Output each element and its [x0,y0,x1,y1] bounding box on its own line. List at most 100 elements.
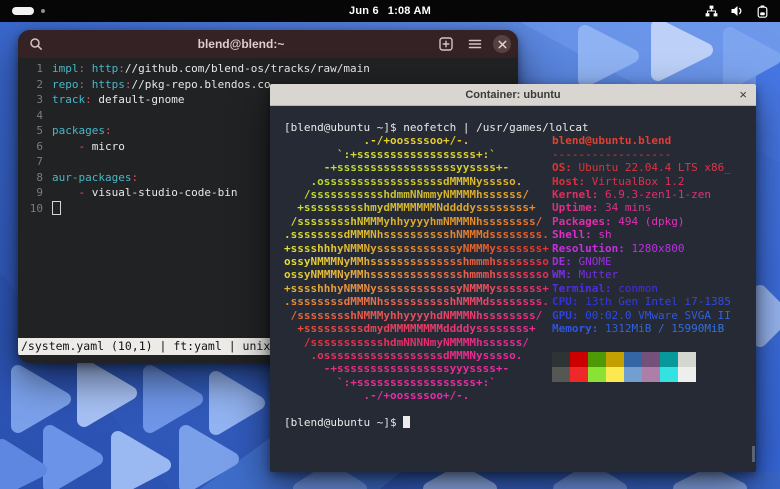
editor-titlebar[interactable]: blend@blend:~ [18,30,518,58]
line-number: 1 [18,61,52,77]
menu-button[interactable] [464,33,486,55]
neofetch-info-line: Shell: sh [552,228,744,241]
scrollbar-thumb[interactable] [752,446,755,462]
ascii-line: -+sssssssssssssssssyyyssss+- [284,362,550,375]
shell-prompt: [blend@ubuntu ~]$ [284,416,397,429]
neofetch-output: .-/+oossssoo+/-. `:+ssssssssssssssssss+:… [284,134,756,402]
neofetch-info-line: OS: Ubuntu 22.04.4 LTS x86_ [552,161,744,174]
system-tray[interactable] [705,5,768,18]
neofetch-info-line: Memory: 1312MiB / 15990MiB [552,322,744,335]
line-number: 5 [18,123,52,139]
neofetch-info-line: blend@ubuntu.blend [552,134,744,147]
prompt-line: [blend@ubuntu ~]$ [284,416,756,429]
editor-window-title: blend@blend:~ [54,37,428,51]
volume-icon[interactable] [731,5,744,17]
palette-swatch [606,367,624,382]
neofetch-info-line: Uptime: 34 mins [552,201,744,214]
shell-prompt: [blend@ubuntu ~]$ [284,121,397,134]
ascii-line: +sssssssssdmydMMMMMMMMddddyssssssss+ [284,322,550,335]
ascii-line: .ossssssssssssssssssdMMMNysssso. [284,175,550,188]
palette-swatch [660,352,678,367]
ascii-line: `:+ssssssssssssssssss+:` [284,376,550,389]
palette-swatch [624,352,642,367]
close-button[interactable] [493,35,511,53]
close-icon [498,40,507,49]
neofetch-info-line: Packages: 494 (dpkg) [552,215,744,228]
ascii-line: .ssssssssdMMMNhsssssssssshNMMMdssssssss. [284,228,550,241]
neofetch-info-line: Host: VirtualBox 1.2 [552,175,744,188]
editor-line: 1impl: http://github.com/blend-os/tracks… [18,61,518,77]
ascii-line: +sssshhhyNMMNyssssssssssssyNMMMysssssss+ [284,242,550,255]
neofetch-info-line: Resolution: 1280x800 [552,242,744,255]
network-icon[interactable] [705,5,718,17]
palette-swatch [552,367,570,382]
line-number: 9 [18,185,52,201]
ascii-line: ossyNMMMNyMMhsssssssssssssshmmmhssssssso [284,255,550,268]
ascii-line: +sssshhhyNMMNyssssssssssssyNMMMysssssss+ [284,282,550,295]
palette-row [552,352,744,367]
palette-swatch [642,352,660,367]
neofetch-info-line: CPU: 13th Gen Intel i7-1385 [552,295,744,308]
new-tab-button[interactable] [435,33,457,55]
line-number: 3 [18,92,52,108]
ascii-line: .ossssssssssssssssssdMMMNysssso. [284,349,550,362]
terminal-output-area[interactable]: [blend@ubuntu ~]$ neofetch | /usr/games/… [270,106,756,457]
ascii-line: .-/+oossssoo+/-. [284,134,550,147]
ascii-line: ossyNMMMNyMMhsssssssssssssshmmmhssssssso [284,268,550,281]
neofetch-info-line: Terminal: conmon [552,282,744,295]
palette-row [552,367,744,382]
command-text: neofetch | /usr/games/lolcat [403,121,588,134]
ascii-line: -+ssssssssssssssssssyyssss+- [284,161,550,174]
terminal-window-container: Container: ubuntu × [blend@ubuntu ~]$ ne… [270,84,756,472]
container-titlebar[interactable]: Container: ubuntu × [270,84,756,106]
neofetch-info-line: Kernel: 6.9.3-zen1-1-zen [552,188,744,201]
battery-icon[interactable] [757,5,768,18]
palette-swatch [552,352,570,367]
date-label: Jun 6 [349,5,379,17]
line-number: 6 [18,139,52,155]
blank-line [284,403,756,416]
line-number: 2 [18,77,52,93]
palette-swatch [624,367,642,382]
search-icon [29,37,43,51]
editor-cursor [52,201,61,215]
time-label: 1:08 AM [388,5,431,17]
workspace-indicator[interactable] [12,7,45,15]
container-window-title: Container: ubuntu [270,89,756,101]
palette-swatch [588,367,606,382]
hamburger-menu-icon [468,38,482,50]
palette-swatch [606,352,624,367]
new-tab-icon [439,37,453,51]
palette-swatch [588,352,606,367]
palette-swatch [678,352,696,367]
line-number: 8 [18,170,52,186]
clock[interactable]: Jun 6 1:08 AM [349,5,431,17]
palette-swatch [570,367,588,382]
workspace-pill-active[interactable] [12,7,34,15]
workspace-dot[interactable] [41,9,45,13]
palette-swatch [570,352,588,367]
ascii-line: /sssssssshNMMMyhhyyyyhmNMMMNhssssssss/ [284,215,550,228]
container-close-button[interactable]: × [739,84,747,106]
neofetch-info-line: ------------------ [552,148,744,161]
ascii-line: /ssssssssssshdmNNNNmyNMMMMhssssss/ [284,336,550,349]
palette-swatch [678,367,696,382]
ascii-line: `:+ssssssssssssssssss+:` [284,148,550,161]
line-number: 7 [18,154,52,170]
terminal-cursor [403,416,410,428]
ascii-line: /ssssssssssshdmmNNmmyNMMMMhssssss/ [284,188,550,201]
command-line: [blend@ubuntu ~]$ neofetch | /usr/games/… [284,121,756,134]
palette-swatch [660,367,678,382]
line-number: 10 [18,201,52,218]
ascii-line: +ssssssssshmydMMMMMMMNddddyssssssss+ [284,201,550,214]
top-bar: Jun 6 1:08 AM [0,0,780,22]
terminal-color-palette [552,352,744,382]
search-button[interactable] [25,33,47,55]
palette-swatch [642,367,660,382]
neofetch-info-block: blend@ubuntu.blend------------------OS: … [552,134,744,381]
ascii-line: .ssssssssdMMMNhsssssssssshNMMMdssssssss. [284,295,550,308]
ascii-line: .-/+oossssoo+/-. [284,389,550,402]
ascii-line: /sssssssshNMMMyhhyyyyhdNMMMNhssssssss/ [284,309,550,322]
neofetch-info-line: DE: GNOME [552,255,744,268]
line-number: 4 [18,108,52,124]
